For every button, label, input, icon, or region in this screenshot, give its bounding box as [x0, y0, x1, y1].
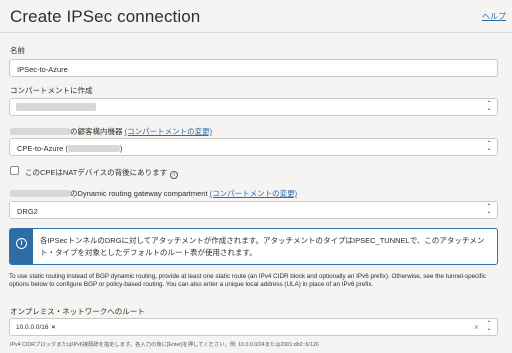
chevron-up-down-icon: ⌃ ⌄ — [486, 141, 492, 152]
nat-checkbox-text: このCPEはNATデバイスの背後にあります — [25, 168, 168, 177]
name-label: 名前 — [10, 46, 25, 55]
info-banner-text: 各IPSecトンネルのDRGに対してアタッチメントが作成されます。アタッチメント… — [40, 236, 485, 257]
onprem-routes-label: オンプレミス・ネットワークへのルート — [10, 307, 145, 316]
redacted-cpe-id — [67, 144, 120, 152]
help-link[interactable]: ヘルプ — [482, 11, 506, 22]
routing-note: To use static routing instead of BGP dyn… — [9, 273, 486, 288]
drg-select-value: DRG2 — [17, 206, 38, 216]
cpe-select-value: CPE-to-Azure () — [17, 144, 122, 153]
page-header: Create IPSec connection ヘルプ — [0, 0, 512, 33]
cpe-change-compartment-link[interactable]: (コンパートメントの変更) — [125, 127, 213, 136]
drg-label: のDynamic routing gateway compartment (コン… — [10, 188, 297, 199]
nat-checkbox-label: このCPEはNATデバイスの背後にあります i — [25, 167, 179, 179]
cpe-value-prefix: CPE-to-Azure ( — [17, 143, 68, 153]
drg-select[interactable]: DRG2 ⌃ ⌄ — [9, 201, 498, 219]
clear-icon[interactable]: × — [474, 322, 479, 332]
remove-tag-icon[interactable]: × — [52, 324, 56, 331]
route-tag-value: 10.0.0.0/16 — [16, 323, 49, 331]
drg-change-compartment-link[interactable]: (コンパートメントの変更) — [210, 189, 298, 198]
compartment-select[interactable]: ⌃ ⌄ — [9, 98, 498, 116]
info-banner-bar: i — [10, 229, 33, 264]
info-banner: i 各IPSecトンネルのDRGに対してアタッチメントが作成されます。アタッチメ… — [9, 228, 498, 265]
chevron-up-down-icon: ⌃ ⌄ — [486, 204, 492, 215]
cpe-label-text: の顧客構内機器 — [70, 127, 123, 136]
info-icon: i — [16, 238, 27, 249]
info-icon[interactable]: i — [170, 171, 179, 179]
nat-checkbox[interactable] — [10, 166, 19, 175]
redacted-compartment — [16, 103, 96, 111]
route-tag: 10.0.0.0/16 × — [16, 323, 55, 333]
onprem-routes-input[interactable]: 10.0.0.0/16 × × ⌃ ⌄ — [9, 318, 498, 336]
redacted-cpe-compartment — [10, 128, 70, 135]
cpe-value-suffix: ) — [119, 143, 123, 153]
name-input-value: IPSec-to-Azure — [17, 64, 68, 74]
chevron-up-down-icon: ⌃ ⌄ — [486, 101, 492, 112]
name-input[interactable]: IPSec-to-Azure — [9, 59, 498, 77]
redacted-drg-compartment — [10, 190, 70, 197]
cpe-label: の顧客構内機器 (コンパートメントの変更) — [10, 126, 212, 137]
drg-label-text: のDynamic routing gateway compartment — [70, 189, 208, 198]
page-title: Create IPSec connection — [10, 7, 201, 26]
chevron-up-down-icon: ⌃ ⌄ — [486, 321, 492, 332]
compartment-label: コンパートメントに作成 — [10, 86, 93, 95]
onprem-routes-hint: IPv4 CIDRブロックまたはIPv6接頭辞を指定します。各入力の後に[Ent… — [10, 342, 319, 348]
cpe-select[interactable]: CPE-to-Azure () ⌃ ⌄ — [9, 138, 498, 156]
